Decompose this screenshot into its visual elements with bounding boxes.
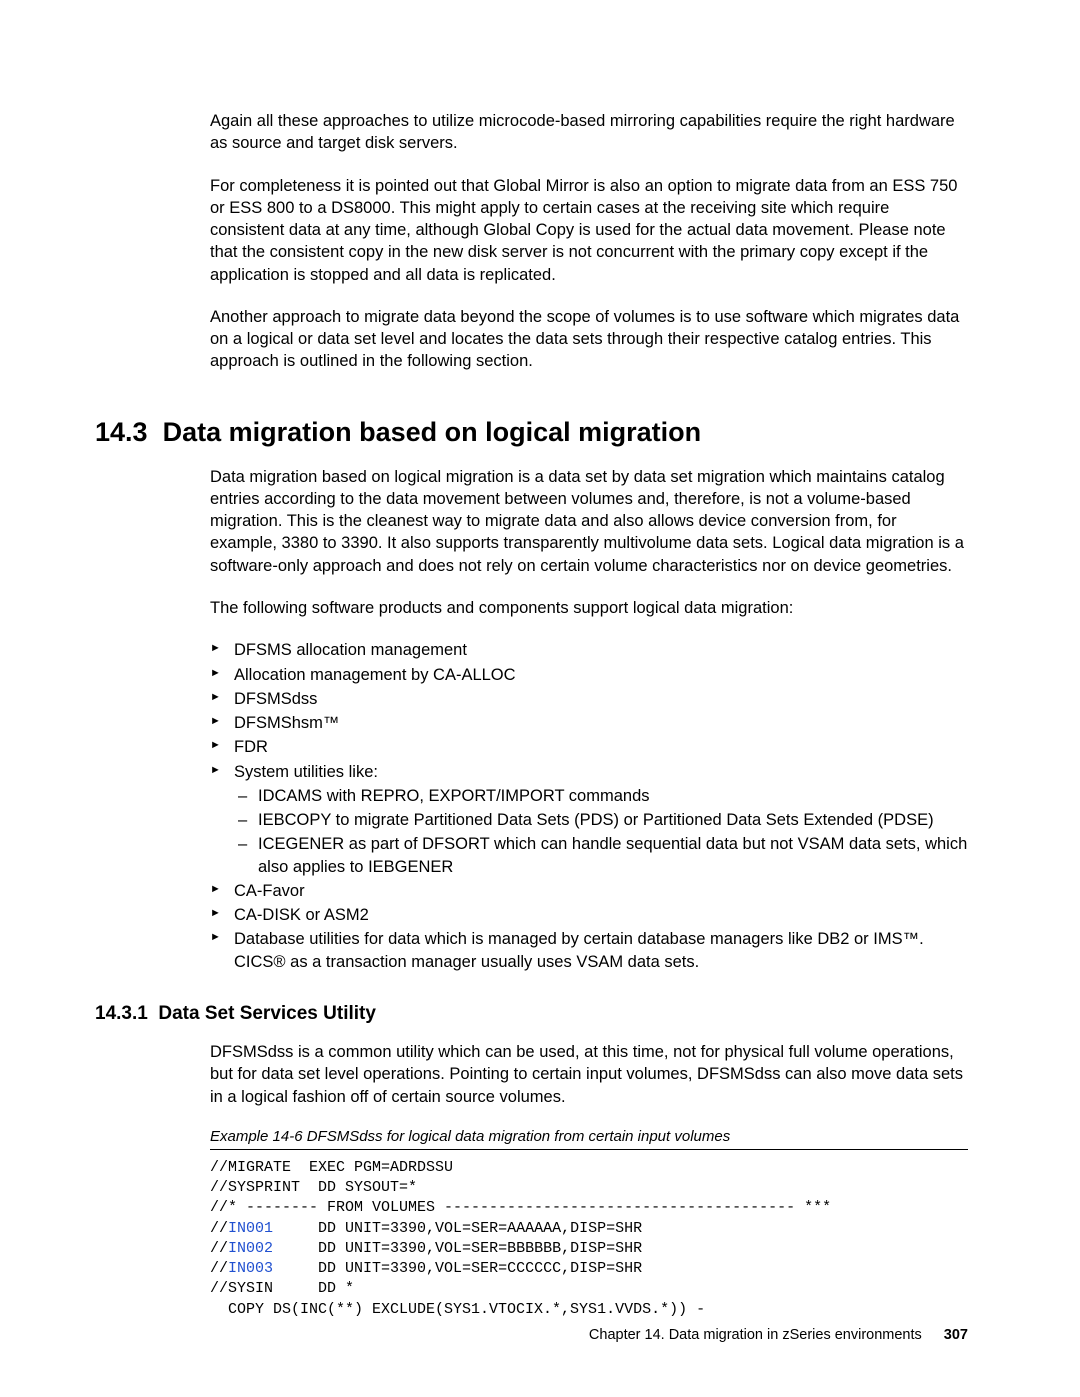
- list-item: DFSMShsm™: [210, 712, 968, 734]
- section-heading: 14.3 Data migration based on logical mig…: [95, 417, 968, 448]
- code-line: //SYSPRINT DD SYSOUT=*: [210, 1179, 417, 1196]
- subsection-title: Data Set Services Utility: [158, 1003, 376, 1024]
- code-line: //SYSIN DD *: [210, 1280, 354, 1297]
- subsection-number: 14.3.1: [95, 1003, 148, 1024]
- example-caption: Example 14-6 DFSMSdss for logical data m…: [210, 1128, 968, 1145]
- code-highlight: IN001: [228, 1220, 273, 1237]
- code-line-suffix: DD UNIT=3390,VOL=SER=BBBBBB,DISP=SHR: [273, 1240, 642, 1257]
- list-item-label: System utilities like:: [234, 763, 378, 781]
- code-line-prefix: //: [210, 1220, 228, 1237]
- list-item: CA-Favor: [210, 880, 968, 902]
- example-rule: [210, 1149, 968, 1150]
- code-line-suffix: DD UNIT=3390,VOL=SER=CCCCCC,DISP=SHR: [273, 1260, 642, 1277]
- body-paragraph: For completeness it is pointed out that …: [210, 175, 968, 286]
- footer-page-number: 307: [944, 1327, 968, 1343]
- list-item: DFSMS allocation management: [210, 639, 968, 661]
- body-paragraph: Data migration based on logical migratio…: [210, 466, 968, 577]
- list-item: Allocation management by CA-ALLOC: [210, 664, 968, 686]
- code-highlight: IN003: [228, 1260, 273, 1277]
- body-paragraph: Another approach to migrate data beyond …: [210, 306, 968, 373]
- section-title: Data migration based on logical migratio…: [163, 417, 702, 447]
- sub-list: IDCAMS with REPRO, EXPORT/IMPORT command…: [234, 785, 968, 878]
- sub-list-item: IEBCOPY to migrate Partitioned Data Sets…: [234, 809, 968, 831]
- list-item: FDR: [210, 736, 968, 758]
- code-line-prefix: //: [210, 1260, 228, 1277]
- body-paragraph: Again all these approaches to utilize mi…: [210, 110, 968, 155]
- footer-chapter: Chapter 14. Data migration in zSeries en…: [589, 1327, 922, 1343]
- list-item: System utilities like: IDCAMS with REPRO…: [210, 761, 968, 878]
- body-paragraph: DFSMSdss is a common utility which can b…: [210, 1041, 968, 1108]
- list-item: DFSMSdss: [210, 688, 968, 710]
- code-line: COPY DS(INC(**) EXCLUDE(SYS1.VTOCIX.*,SY…: [210, 1301, 705, 1318]
- list-item: Database utilities for data which is man…: [210, 928, 968, 973]
- body-paragraph: The following software products and comp…: [210, 597, 968, 619]
- bullet-list: DFSMS allocation management Allocation m…: [210, 639, 968, 973]
- code-line: //* -------- FROM VOLUMES --------------…: [210, 1199, 831, 1216]
- code-line: //MIGRATE EXEC PGM=ADRDSSU: [210, 1159, 453, 1176]
- section-number: 14.3: [95, 417, 148, 447]
- code-line-prefix: //: [210, 1240, 228, 1257]
- page-footer: Chapter 14. Data migration in zSeries en…: [589, 1327, 968, 1343]
- list-item: CA-DISK or ASM2: [210, 904, 968, 926]
- sub-list-item: ICEGENER as part of DFSORT which can han…: [234, 833, 968, 878]
- code-highlight: IN002: [228, 1240, 273, 1257]
- sub-list-item: IDCAMS with REPRO, EXPORT/IMPORT command…: [234, 785, 968, 807]
- code-block: //MIGRATE EXEC PGM=ADRDSSU //SYSPRINT DD…: [210, 1158, 968, 1320]
- code-line-suffix: DD UNIT=3390,VOL=SER=AAAAAA,DISP=SHR: [273, 1220, 642, 1237]
- subsection-heading: 14.3.1 Data Set Services Utility: [95, 1003, 968, 1025]
